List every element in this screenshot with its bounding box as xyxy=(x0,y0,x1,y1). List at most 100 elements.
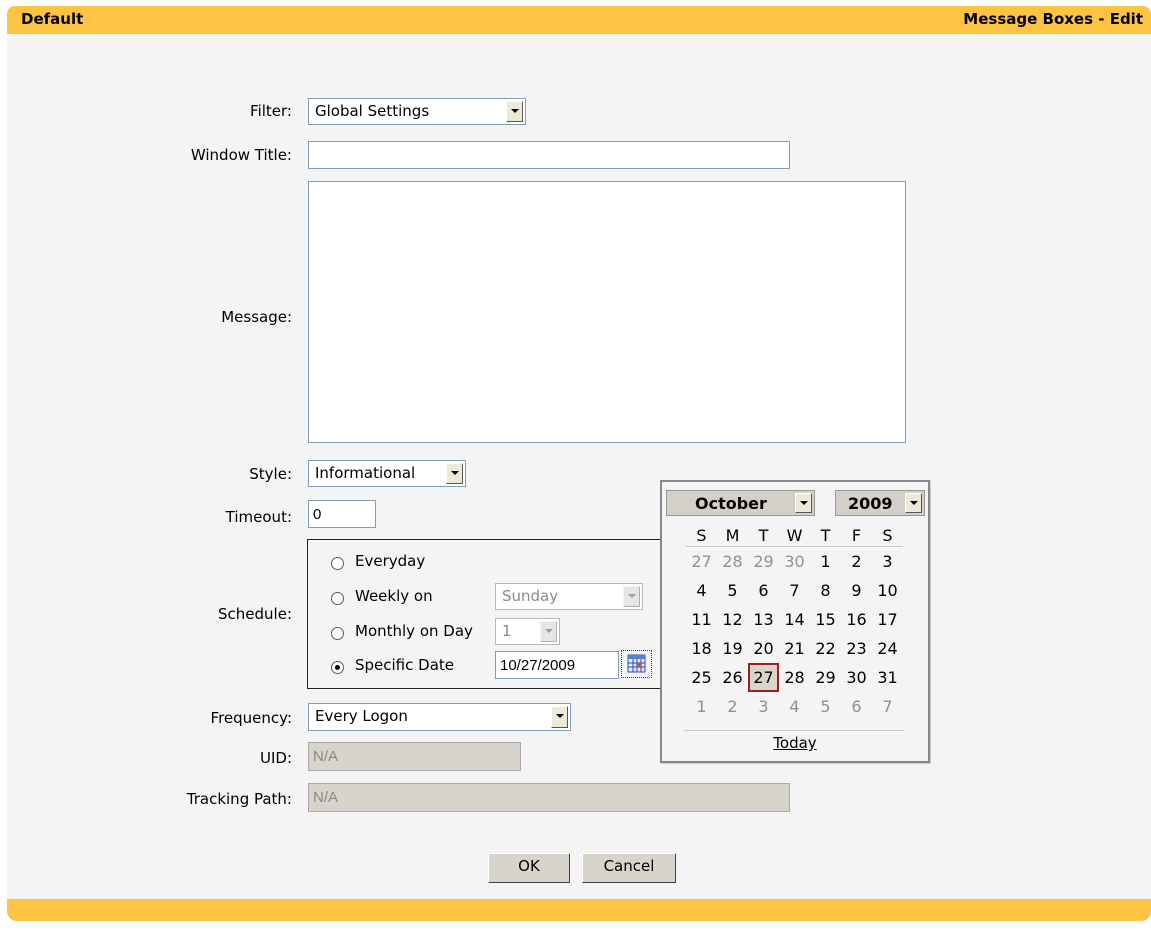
footer-bar xyxy=(7,899,1151,921)
calendar-day[interactable]: 2 xyxy=(841,547,872,577)
chevron-down-icon[interactable] xyxy=(795,493,812,513)
calendar-day[interactable]: 9 xyxy=(841,576,872,605)
filter-select-value: Global Settings xyxy=(315,102,430,120)
chevron-down-icon[interactable] xyxy=(540,621,557,642)
calendar-popup: October 2009 SMTWTFS 27 28 29 30 1 2 3 4 5 6 7 8 9 10… xyxy=(660,480,930,763)
calendar-day[interactable]: 1 xyxy=(810,547,841,577)
message-label: Message: xyxy=(221,308,292,326)
ok-button[interactable]: OK xyxy=(488,853,570,883)
schedule-label: Schedule: xyxy=(218,605,292,623)
chevron-down-icon[interactable] xyxy=(905,493,922,513)
calendar-week-row: 4 5 6 7 8 9 10 xyxy=(686,576,903,605)
calendar-weekday-header: M xyxy=(725,525,740,545)
schedule-weekly-label: Weekly on xyxy=(355,587,433,605)
monthly-day-select[interactable]: 1 xyxy=(495,618,560,645)
calendar-day[interactable]: 6 xyxy=(841,692,872,721)
calendar-day[interactable]: 5 xyxy=(717,576,748,605)
calendar-day[interactable]: 12 xyxy=(717,605,748,634)
calendar-day[interactable]: 22 xyxy=(810,634,841,663)
frequency-select[interactable]: Every Logon xyxy=(308,703,571,731)
calendar-day[interactable]: 15 xyxy=(810,605,841,634)
calendar-day[interactable]: 2 xyxy=(717,692,748,721)
specific-date-input[interactable] xyxy=(495,651,619,679)
chevron-down-icon[interactable] xyxy=(623,586,640,607)
tracking-path-label: Tracking Path: xyxy=(186,790,292,808)
calendar-day[interactable]: 8 xyxy=(810,576,841,605)
calendar-day[interactable]: 26 xyxy=(717,663,748,692)
calendar-day[interactable]: 30 xyxy=(841,663,872,692)
header-right-title: Message Boxes - Edit xyxy=(963,10,1143,28)
today-link[interactable]: Today xyxy=(662,734,928,752)
calendar-day[interactable]: 21 xyxy=(779,634,810,663)
style-label: Style: xyxy=(249,465,292,483)
chevron-down-icon[interactable] xyxy=(551,706,568,728)
calendar-day[interactable]: 3 xyxy=(748,692,779,721)
calendar-day[interactable]: 19 xyxy=(717,634,748,663)
calendar-day[interactable]: 23 xyxy=(841,634,872,663)
calendar-day[interactable]: 18 xyxy=(686,634,717,663)
calendar-day[interactable]: 3 xyxy=(872,547,903,577)
monthly-day-value: 1 xyxy=(502,622,512,640)
calendar-weekday-header: T xyxy=(820,525,831,545)
calendar-day[interactable]: 17 xyxy=(872,605,903,634)
calendar-day[interactable]: 25 xyxy=(686,663,717,692)
window-title-input[interactable] xyxy=(308,141,790,169)
calendar-day[interactable]: 27 xyxy=(686,547,717,577)
calendar-day[interactable]: 5 xyxy=(810,692,841,721)
calendar-year-select[interactable]: 2009 xyxy=(835,490,925,516)
calendar-day[interactable]: 29 xyxy=(748,547,779,577)
calendar-month-select[interactable]: October xyxy=(666,490,815,516)
schedule-everyday-label: Everyday xyxy=(355,552,426,570)
schedule-monthly-radio[interactable] xyxy=(331,627,344,640)
schedule-weekly-radio[interactable] xyxy=(331,592,344,605)
weekly-day-value: Sunday xyxy=(502,587,559,605)
calendar-weekday-header: W xyxy=(786,525,803,545)
calendar-day[interactable]: 11 xyxy=(686,605,717,634)
window-title-label: Window Title: xyxy=(190,146,292,164)
calendar-year-value: 2009 xyxy=(848,494,893,513)
calendar-week-row: 27 28 29 30 1 2 3 xyxy=(686,547,903,577)
uid-label: UID: xyxy=(259,749,292,767)
calendar-grid: SMTWTFS 27 28 29 30 1 2 3 4 5 6 7 8 9 10 11 12 13 14 15 16 1… xyxy=(686,524,903,721)
calendar-weekday-header: S xyxy=(882,525,893,545)
calendar-icon[interactable] xyxy=(621,650,652,678)
schedule-everyday-radio[interactable] xyxy=(331,557,344,570)
calendar-day[interactable]: 13 xyxy=(748,605,779,634)
calendar-day[interactable]: 7 xyxy=(779,576,810,605)
tracking-path-input xyxy=(308,783,790,812)
calendar-weekday-header: S xyxy=(696,525,707,545)
calendar-weekday-header: T xyxy=(758,525,769,545)
calendar-day[interactable]: 28 xyxy=(779,663,810,692)
chevron-down-icon[interactable] xyxy=(506,101,523,122)
calendar-day-selected[interactable]: 27 xyxy=(748,663,779,692)
timeout-input[interactable] xyxy=(308,500,376,528)
calendar-day[interactable]: 31 xyxy=(872,663,903,692)
calendar-day[interactable]: 14 xyxy=(779,605,810,634)
filter-label: Filter: xyxy=(250,102,292,120)
calendar-day[interactable]: 6 xyxy=(748,576,779,605)
calendar-day[interactable]: 24 xyxy=(872,634,903,663)
calendar-week-row: 18 19 20 21 22 23 24 xyxy=(686,634,903,663)
schedule-specific-radio[interactable] xyxy=(331,661,344,674)
calendar-day[interactable]: 30 xyxy=(779,547,810,577)
schedule-specific-label: Specific Date xyxy=(355,656,455,674)
header-bar: Default Message Boxes - Edit xyxy=(7,6,1151,34)
calendar-week-row: 1234567 xyxy=(686,692,903,721)
calendar-day[interactable]: 1 xyxy=(686,692,717,721)
calendar-day[interactable]: 4 xyxy=(686,576,717,605)
filter-select[interactable]: Global Settings xyxy=(308,98,526,125)
message-textarea[interactable] xyxy=(308,181,906,443)
chevron-down-icon[interactable] xyxy=(446,463,463,484)
calendar-week-row: 11 12 13 14 15 16 17 xyxy=(686,605,903,634)
calendar-day[interactable]: 28 xyxy=(717,547,748,577)
calendar-day[interactable]: 29 xyxy=(810,663,841,692)
uid-input xyxy=(308,742,521,771)
calendar-day[interactable]: 20 xyxy=(748,634,779,663)
weekly-day-select[interactable]: Sunday xyxy=(495,583,643,610)
calendar-day[interactable]: 4 xyxy=(779,692,810,721)
style-select[interactable]: Informational xyxy=(308,460,466,487)
cancel-button[interactable]: Cancel xyxy=(582,853,676,883)
calendar-day[interactable]: 10 xyxy=(872,576,903,605)
calendar-day[interactable]: 16 xyxy=(841,605,872,634)
calendar-day[interactable]: 7 xyxy=(872,692,903,721)
